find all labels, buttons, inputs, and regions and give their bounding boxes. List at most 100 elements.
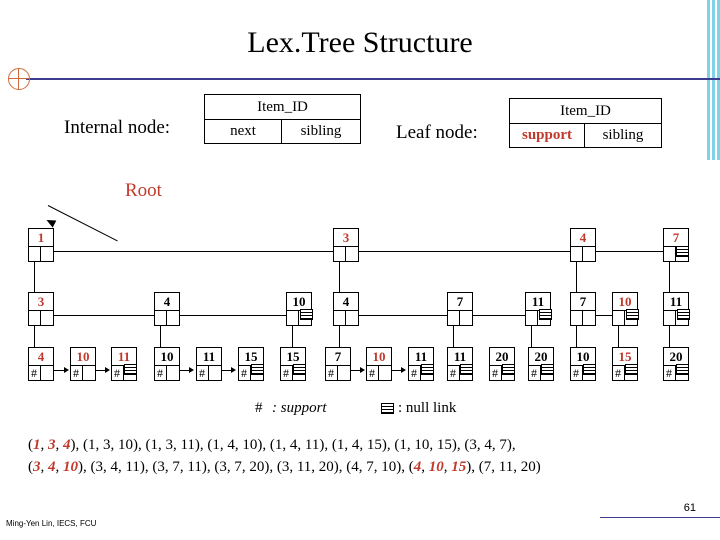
- node-next-cell: [334, 311, 346, 325]
- link-l1-1-to-3: [54, 251, 333, 252]
- support-marker: #: [241, 366, 247, 380]
- node-next-cell: [526, 311, 538, 325]
- nulllink-l2-10: [300, 309, 313, 320]
- node-l1-4: 4: [570, 228, 596, 262]
- leaf-label: 4: [29, 348, 53, 366]
- link-l1-7-down: [669, 262, 670, 294]
- edge-stripes-decoration: [704, 0, 720, 160]
- nulllink-l2-11b: [677, 309, 690, 320]
- link-l2-3-to-4: [54, 315, 154, 316]
- link-l2-4-down: [160, 326, 161, 348]
- sequence-line-1: (1, 3, 4), (1, 3, 10), (1, 3, 11), (1, 4…: [28, 437, 516, 453]
- node-sibling-cell: [41, 311, 53, 325]
- leaf-support-cell: support: [510, 124, 585, 147]
- node-label: 3: [29, 293, 53, 311]
- link-l2-7-down: [453, 326, 454, 348]
- support-marker: #: [531, 366, 537, 380]
- leaf-node-label: Leaf node:: [396, 122, 478, 143]
- nulllink-l2-10b: [626, 309, 639, 320]
- node-next-cell: [571, 247, 583, 261]
- leaf-node-diagram: Item_ID support sibling: [509, 98, 662, 148]
- node-label: 1: [29, 229, 53, 247]
- node-label: 3: [334, 229, 358, 247]
- support-marker: #: [450, 366, 456, 380]
- internal-item-id-cell: Item_ID: [205, 95, 360, 120]
- page-number: 61: [683, 502, 696, 514]
- link-l2-10b-down: [618, 326, 619, 348]
- link-l2-7-to-11: [473, 315, 525, 316]
- link-l2-7b-down: [576, 326, 577, 348]
- link-l1-3-down: [339, 262, 340, 294]
- link-l2-4-to-10: [180, 315, 286, 316]
- nulllink-leaf-20b: [541, 364, 554, 375]
- support-marker: #: [31, 366, 37, 380]
- arrow-leaf-10-to-11: [105, 367, 110, 373]
- node-sibling-cell: [167, 311, 179, 325]
- leaf-sibling-cell: [41, 366, 53, 380]
- node-l1-3: 3: [333, 228, 359, 262]
- nulllink-leaf-15: [251, 364, 264, 375]
- node-sibling-cell: [583, 311, 595, 325]
- node-l2-7: 7: [447, 292, 473, 326]
- support-marker: #: [283, 366, 289, 380]
- link-l2-11-down: [531, 326, 532, 348]
- leaf-label: 7: [326, 348, 350, 366]
- node-l1-1: 1: [28, 228, 54, 262]
- link-l2-10-down: [292, 326, 293, 348]
- leaf-sibling-cell: [167, 366, 179, 380]
- node-next-cell: [571, 311, 583, 325]
- link-l1-1-down: [34, 262, 35, 294]
- leaf-sibling-cell: [338, 366, 350, 380]
- node-l2-4b: 4: [333, 292, 359, 326]
- sequence-line-2: (3, 4, 10), (3, 4, 11), (3, 7, 11), (3, …: [28, 459, 541, 475]
- arrow-leaf-10c-to-11c: [401, 367, 406, 373]
- nulllink-leaf-15c: [625, 364, 638, 375]
- support-marker: #: [492, 366, 498, 380]
- nulllink-leaf-11c: [421, 364, 434, 375]
- link-l1-3-to-4: [359, 251, 570, 252]
- root-label: Root: [125, 180, 162, 201]
- nulllink-leaf-11: [124, 364, 137, 375]
- link-l2-4b-down: [339, 326, 340, 348]
- nulllink-leaf-15b: [293, 364, 306, 375]
- node-sibling-cell: [346, 247, 358, 261]
- leaf-label: 10: [155, 348, 179, 366]
- node-label: 7: [448, 293, 472, 311]
- node-label: 7: [664, 229, 688, 247]
- leaf-label: 10: [71, 348, 95, 366]
- arrow-leaf-11b-to-15: [231, 367, 236, 373]
- internal-sibling-cell: sibling: [300, 123, 342, 139]
- link-l2-7b-to-10b: [596, 315, 612, 316]
- link-l1-4-to-7: [596, 251, 663, 252]
- node-next-cell: [664, 247, 676, 261]
- link-l2-3-down: [34, 326, 35, 348]
- leaf-label: 11: [197, 348, 221, 366]
- node-l2-7b: 7: [570, 292, 596, 326]
- support-marker: #: [573, 366, 579, 380]
- node-l2-4: 4: [154, 292, 180, 326]
- node-label: 4: [571, 229, 595, 247]
- page-title: Lex.Tree Structure: [247, 26, 473, 59]
- leaf-item-id-cell: Item_ID: [510, 99, 661, 124]
- footer-attribution: Ming-Yen Lin, IECS, FCU: [6, 519, 97, 528]
- node-next-cell: [448, 311, 460, 325]
- link-l2-4b-to-7: [359, 315, 447, 316]
- leaf-label: 10: [367, 348, 391, 366]
- arrow-leaf-10b-to-11b: [189, 367, 194, 373]
- node-sibling-cell: [346, 311, 358, 325]
- link-l2-11b-down: [669, 326, 670, 348]
- nulllink-leaf-20c: [676, 364, 689, 375]
- leaf-sibling-cell: [209, 366, 221, 380]
- node-label: 4: [155, 293, 179, 311]
- node-next-cell: [29, 247, 41, 261]
- support-marker: #: [114, 366, 120, 380]
- node-label: 7: [571, 293, 595, 311]
- support-marker: #: [666, 366, 672, 380]
- node-next-cell: [664, 311, 676, 325]
- internal-next-cell: next: [205, 120, 282, 143]
- support-marker: #: [411, 366, 417, 380]
- nulllink-leaf-20: [502, 364, 515, 375]
- leaf-sibling-cell: [83, 366, 95, 380]
- node-label: 4: [334, 293, 358, 311]
- nulllink-l1-7: [676, 246, 689, 257]
